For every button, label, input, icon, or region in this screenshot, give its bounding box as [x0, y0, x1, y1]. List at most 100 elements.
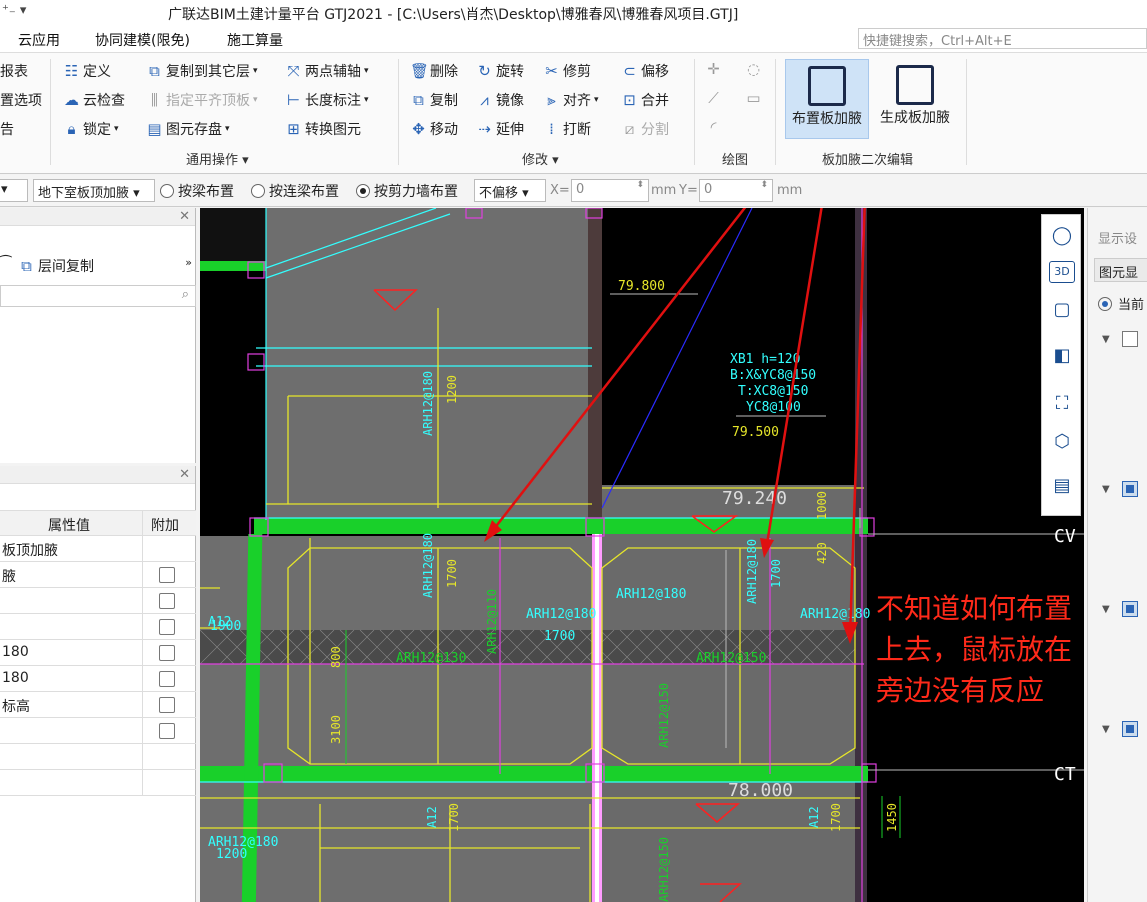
checkbox[interactable] — [1122, 331, 1138, 347]
rect-draw-icon[interactable]: ▭ — [745, 90, 762, 107]
ribbon-separator — [694, 59, 695, 165]
dim-text: 800 — [329, 646, 343, 668]
prop-row[interactable] — [0, 614, 196, 640]
haunch-type-dropdown[interactable]: 地下室板顶加腋 ▾ — [33, 179, 155, 202]
cloud-check-button[interactable]: ☁ 云检查 — [63, 90, 125, 110]
define-button[interactable]: ☷ 定义 — [63, 61, 111, 81]
delete-button[interactable]: 🗑︎ 删除 — [410, 61, 458, 81]
divider — [142, 640, 143, 666]
tab-element-display[interactable]: 图元显 — [1094, 258, 1147, 282]
prop-row[interactable]: 180 — [0, 640, 196, 666]
checkbox-partial[interactable] — [1122, 601, 1138, 617]
checkbox-partial[interactable] — [1122, 721, 1138, 737]
prop-row[interactable]: 标高 — [0, 692, 196, 718]
display-settings-icon[interactable]: ▤ — [1049, 473, 1075, 499]
extra-checkbox[interactable] — [159, 671, 175, 687]
generate-slab-haunch-button[interactable]: 生成板加腋 — [873, 59, 957, 139]
general-ops-group-label[interactable]: 通用操作 ▾ — [186, 149, 249, 168]
trim-button[interactable]: ✂ 修剪 — [543, 61, 591, 81]
align-top-slab-label: 指定平齐顶板 — [166, 93, 250, 109]
modify-group-label[interactable]: 修改 ▾ — [522, 149, 559, 168]
property-table-header: 属性值 附加 — [0, 510, 196, 537]
lock-icon: 🔒︎ — [67, 119, 76, 138]
cube-view-icon[interactable]: ▢ — [1049, 297, 1075, 323]
collapse-icon[interactable]: ▼ — [1102, 724, 1110, 735]
copy-button[interactable]: ⧉ 复制 — [410, 90, 458, 110]
box-select-icon[interactable]: ⬡ — [1049, 429, 1075, 455]
element-save-button[interactable]: ▤ 图元存盘 ▾ — [146, 119, 229, 139]
collapse-icon[interactable]: ▼ — [1102, 334, 1110, 345]
arc-draw-icon[interactable]: ◜ — [705, 119, 722, 136]
cut-label: ⁀ — [0, 256, 12, 272]
prop-row[interactable] — [0, 718, 196, 744]
ribbon-options-button[interactable]: 置选项 — [0, 90, 42, 110]
prop-row[interactable]: 180 — [0, 666, 196, 692]
floor-copy-row: ⁀ ⧉ 层间复制 » — [0, 252, 196, 278]
ribbon-notice-button[interactable]: 告 — [0, 119, 14, 139]
convert-icon: ⊞ — [287, 119, 300, 138]
fit-view-icon[interactable]: ⛶ — [1049, 391, 1075, 417]
convert-element-button[interactable]: ⊞ 转换图元 — [285, 119, 361, 139]
radio-current-floor[interactable]: 当前 — [1098, 294, 1144, 313]
offset-button[interactable]: ⊂ 偏移 — [621, 61, 669, 81]
extra-checkbox[interactable] — [159, 619, 175, 635]
place-slab-haunch-button[interactable]: 布置板加腋 — [785, 59, 869, 139]
rebar-text: ARH12@180 — [526, 607, 596, 622]
offset-dropdown[interactable]: 不偏移 ▾ — [474, 179, 546, 202]
line-draw-icon[interactable]: ⟋ — [705, 90, 722, 107]
more-icon[interactable]: » — [185, 256, 192, 269]
checkbox-partial[interactable] — [1122, 481, 1138, 497]
menu-cloud-app[interactable]: 云应用 — [18, 30, 60, 50]
rebar-text: A12 — [425, 806, 439, 828]
align-top-slab-button[interactable]: ⫼ 指定平齐顶板 ▾ — [146, 90, 257, 110]
close-icon[interactable]: ✕ — [179, 467, 190, 482]
elevation-text: 79.500 — [732, 425, 779, 440]
shaded-cube-icon[interactable]: ◧ — [1049, 343, 1075, 369]
extra-checkbox[interactable] — [159, 567, 175, 583]
menu-collab-modeling[interactable]: 协同建模(限免) — [95, 30, 190, 50]
break-button[interactable]: ⁞ 打断 — [543, 119, 591, 139]
prop-row[interactable] — [0, 744, 196, 770]
radio-place-by-link-beam[interactable]: 按连梁布置 — [251, 181, 339, 201]
close-icon[interactable]: ✕ — [179, 209, 190, 224]
orbit-icon[interactable]: ◯ — [1049, 223, 1075, 249]
y-coordinate-input[interactable]: 0 ⬍ — [699, 179, 773, 202]
circle-draw-icon[interactable]: ◌ — [745, 61, 762, 78]
drawing-canvas[interactable]: 79.800 XB1 h=120 B:X&YC8@150 T:XC8@150 Y… — [200, 208, 1084, 902]
extend-button[interactable]: ⇢ 延伸 — [476, 119, 524, 139]
prop-row[interactable] — [0, 770, 196, 796]
extra-checkbox[interactable] — [159, 723, 175, 739]
move-button[interactable]: ✥ 移动 — [410, 119, 458, 139]
menu-construction-calc[interactable]: 施工算量 — [227, 30, 283, 50]
extra-checkbox[interactable] — [159, 697, 175, 713]
extra-checkbox[interactable] — [159, 593, 175, 609]
radio-place-by-shear-wall[interactable]: 按剪力墙布置 — [356, 181, 458, 201]
3d-view-icon[interactable]: 3D — [1049, 261, 1075, 283]
prop-row[interactable] — [0, 588, 196, 614]
prop-row[interactable]: 腋 — [0, 562, 196, 588]
point-draw-icon[interactable]: ✛ — [705, 61, 722, 78]
two-point-axis-button[interactable]: ⤧ 两点辅轴 ▾ — [285, 61, 368, 81]
mirror-button[interactable]: ⩘ 镜像 — [476, 90, 524, 110]
quick-access-toolbar[interactable]: ⁺₋ ▾ — [2, 3, 26, 18]
element-type-dropdown-cut[interactable]: ▾ — [0, 179, 28, 202]
rebar-text: ARH12@150 — [657, 837, 671, 902]
rotate-button[interactable]: ↻ 旋转 — [476, 61, 524, 81]
shortcut-search-input[interactable]: 快捷键搜索，Ctrl+Alt+E — [858, 28, 1147, 49]
component-search-input[interactable]: ⌕ — [0, 285, 196, 307]
ribbon-report-button[interactable]: 报表 — [0, 61, 28, 81]
floor-copy-button[interactable]: ⧉ 层间复制 — [18, 256, 94, 276]
prop-row[interactable]: 板顶加腋 — [0, 536, 196, 562]
divider — [142, 692, 143, 718]
extra-checkbox[interactable] — [159, 645, 175, 661]
x-coordinate-input[interactable]: 0 ⬍ — [571, 179, 649, 202]
collapse-icon[interactable]: ▼ — [1102, 484, 1110, 495]
align-button[interactable]: ⫸ 对齐 ▾ — [543, 90, 598, 110]
lock-button[interactable]: 🔒︎ 锁定 ▾ — [63, 119, 119, 139]
radio-place-by-beam[interactable]: 按梁布置 — [160, 181, 234, 201]
break-icon: ⁞ — [549, 119, 554, 138]
length-dim-button[interactable]: ⊢ 长度标注 ▾ — [285, 90, 369, 110]
merge-button[interactable]: ⊡ 合并 — [621, 90, 669, 110]
split-button[interactable]: ⧄ 分割 — [621, 119, 669, 139]
copy-to-floor-button[interactable]: ⧉ 复制到其它层 ▾ — [146, 61, 257, 81]
